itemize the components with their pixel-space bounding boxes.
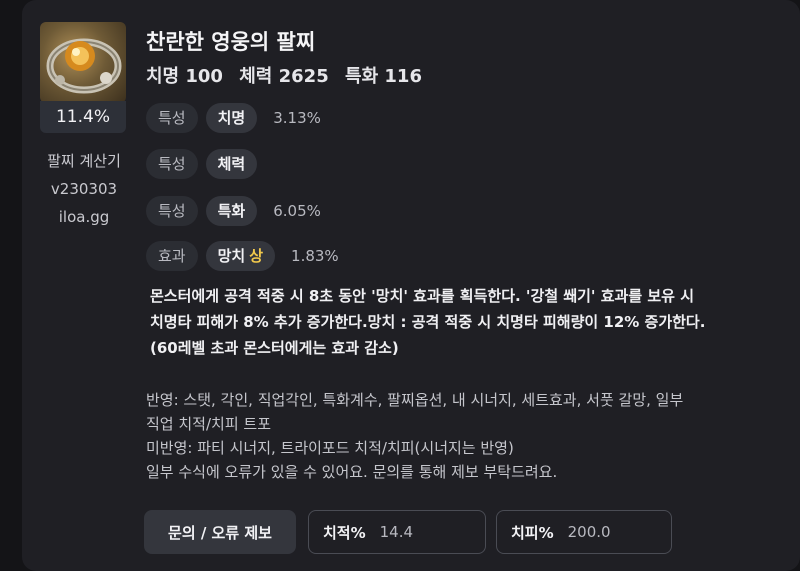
property-type: 특성 <box>146 103 198 133</box>
calculator-version: v230303 <box>50 180 118 198</box>
property-value: 1.83% <box>291 247 339 265</box>
crit-damage-field[interactable]: 치피% <box>496 510 672 554</box>
calculator-title: 팔찌 계산기 <box>47 152 121 170</box>
property-row: 특성 치명 3.13% <box>146 103 321 133</box>
property-type: 특성 <box>146 196 198 226</box>
note-line: 일부 수식에 오류가 있을 수 있어요. 문의를 통해 제보 부탁드려요. <box>146 463 558 481</box>
crit-damage-label: 치피% <box>511 523 554 542</box>
note-line: 미반영: 파티 시너지, 트라이포드 치적/치피(시너지는 반영) <box>146 439 514 457</box>
property-name: 망치 상 <box>205 241 276 271</box>
property-row: 특성 체력 <box>146 149 273 179</box>
crit-damage-input[interactable] <box>567 523 648 541</box>
stat-crit: 치명 100 <box>146 66 223 87</box>
bracelet-icon <box>40 22 126 103</box>
property-name: 치명 <box>205 103 258 133</box>
note-line: 직업 치적/치피 트포 <box>146 415 271 433</box>
effect-grade: 상 <box>249 247 264 265</box>
property-type: 효과 <box>146 241 198 271</box>
crit-rate-input[interactable] <box>379 523 460 541</box>
note-line: 반영: 스탯, 각인, 직업각인, 특화계수, 팔찌옵션, 내 시너지, 세트효… <box>146 391 684 409</box>
effect-description-line: 치명타 피해가 8% 추가 증가한다.망치 : 공격 적중 시 치명타 피해량이… <box>150 313 706 331</box>
effect-description-line: (60레벨 초과 몬스터에게는 효과 감소) <box>150 339 399 357</box>
property-name: 체력 <box>205 149 258 179</box>
effect-description-line: 몬스터에게 공격 적중 시 8초 동안 '망치' 효과를 획득한다. '강철 쐐… <box>150 287 694 305</box>
efficiency-percent: 11.4% <box>40 101 126 133</box>
item-stats: 치명 100 체력 2625 특화 116 <box>146 62 432 88</box>
report-error-button[interactable]: 문의 / 오류 제보 <box>144 510 296 554</box>
property-type: 특성 <box>146 149 198 179</box>
crit-rate-label: 치적% <box>323 523 366 542</box>
effect-row: 효과 망치 상 1.83% <box>146 241 339 271</box>
stat-health: 체력 2625 <box>239 66 329 87</box>
calculator-info: 팔찌 계산기 v230303 iloa.gg <box>38 147 130 231</box>
item-name: 찬란한 영웅의 팔찌 <box>146 30 316 54</box>
property-row: 특성 특화 6.05% <box>146 196 321 226</box>
effect-description: 몬스터에게 공격 적중 시 8초 동안 '망치' 효과를 획득한다. '강철 쐐… <box>150 283 770 361</box>
calculator-site: iloa.gg <box>58 208 110 226</box>
property-value: 6.05% <box>273 202 321 220</box>
calculation-notes: 반영: 스탯, 각인, 직업각인, 특화계수, 팔찌옵션, 내 시너지, 세트효… <box>146 388 776 484</box>
property-name: 특화 <box>205 196 258 226</box>
crit-rate-field[interactable]: 치적% <box>308 510 486 554</box>
stat-specialization: 특화 116 <box>345 66 422 87</box>
property-value: 3.13% <box>273 109 321 127</box>
